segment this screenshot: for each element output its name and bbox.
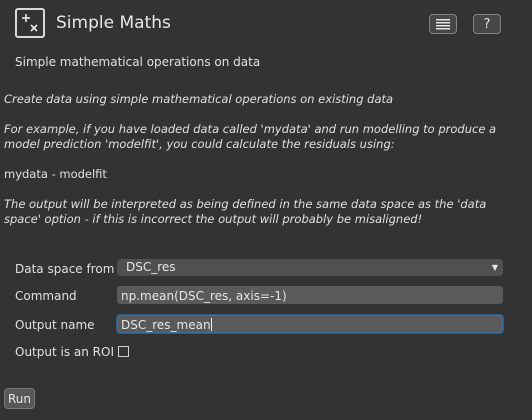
- plus-times-icon: [15, 8, 45, 38]
- chevron-down-icon: ▼: [491, 263, 498, 272]
- list-icon: [436, 18, 450, 29]
- description-formula: mydata - modelfit: [4, 167, 107, 181]
- data-space-value: DSC_res: [126, 260, 176, 274]
- run-button[interactable]: Run: [4, 388, 35, 409]
- description-example: For example, if you have loaded data cal…: [4, 122, 497, 151]
- output-name-input[interactable]: DSC_res_mean: [117, 315, 503, 333]
- data-space-select[interactable]: DSC_res ▼: [117, 259, 503, 276]
- command-input[interactable]: np.mean(DSC_res, axis=-1): [117, 286, 503, 304]
- output-name-label: Output name: [15, 318, 95, 332]
- help-label: ?: [483, 16, 491, 32]
- description-warning: The output will be interpreted as being …: [4, 197, 487, 226]
- run-label: Run: [7, 391, 31, 406]
- output-roi-label: Output is an ROI: [15, 345, 114, 359]
- page-title: Simple Maths: [56, 13, 171, 33]
- help-button[interactable]: ?: [473, 14, 501, 34]
- docs-button[interactable]: [429, 14, 457, 34]
- command-value: np.mean(DSC_res, axis=-1): [121, 289, 287, 303]
- description-intro: Create data using simple mathematical op…: [4, 92, 394, 106]
- output-name-value: DSC_res_mean: [121, 318, 211, 332]
- data-space-label: Data space from: [15, 262, 115, 276]
- output-roi-checkbox[interactable]: [118, 346, 129, 357]
- command-label: Command: [15, 289, 77, 303]
- page-subtitle: Simple mathematical operations on data: [15, 55, 261, 69]
- text-caret: [210, 318, 212, 331]
